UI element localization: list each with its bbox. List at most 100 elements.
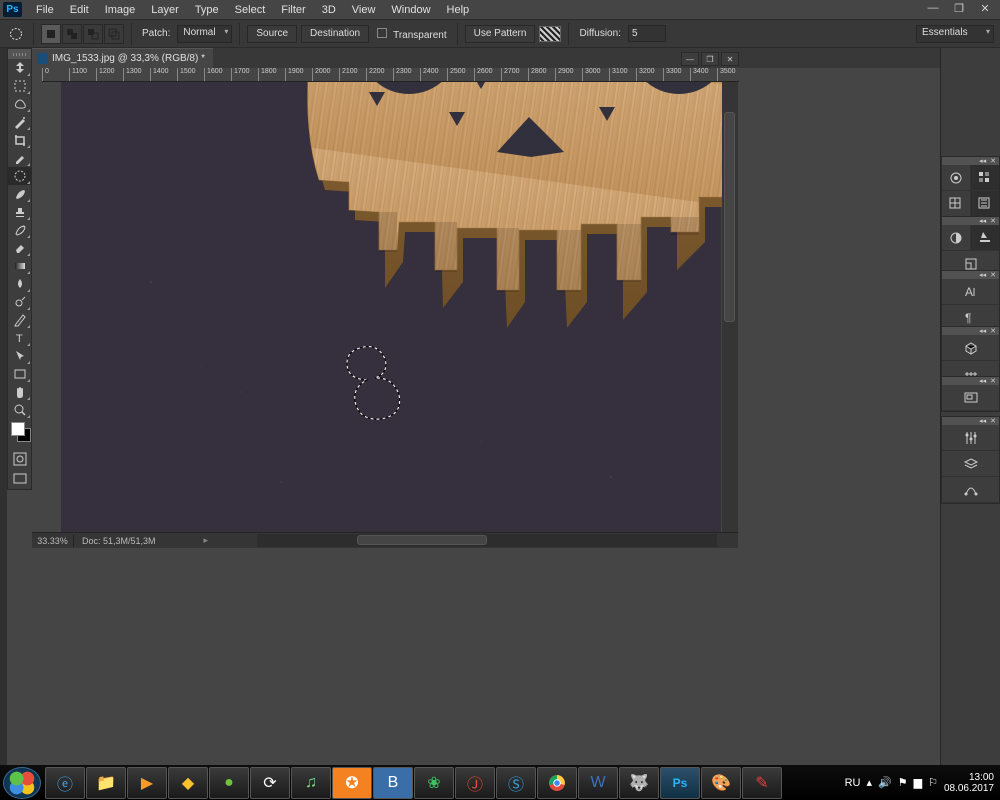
taskbar-ok[interactable]: ✪ xyxy=(332,767,372,799)
menu-help[interactable]: Help xyxy=(439,2,478,18)
3d-icon[interactable] xyxy=(942,335,999,361)
taskbar-ie[interactable]: ⓔ xyxy=(45,767,85,799)
foreground-color[interactable] xyxy=(11,422,25,436)
tray-language[interactable]: RU xyxy=(845,777,861,789)
vertical-scrollbar-thumb[interactable] xyxy=(724,112,735,322)
canvas[interactable] xyxy=(61,82,721,532)
panel-header[interactable]: ◂◂ ✕ xyxy=(942,417,999,425)
type-tool[interactable]: T xyxy=(8,329,31,347)
taskbar-refresh[interactable]: ⟳ xyxy=(250,767,290,799)
taskbar-icq[interactable]: ❀ xyxy=(414,767,454,799)
close-icon[interactable]: ✕ xyxy=(990,157,996,165)
hand-tool[interactable] xyxy=(8,383,31,401)
character-icon[interactable]: A xyxy=(942,279,999,305)
eyedropper-tool[interactable] xyxy=(8,149,31,167)
close-icon[interactable]: ✕ xyxy=(990,377,996,385)
panel-collapse-icon[interactable]: ◂◂ xyxy=(979,217,986,225)
workspace-switcher[interactable]: Essentials xyxy=(916,25,994,43)
blur-tool[interactable] xyxy=(8,275,31,293)
paths-icon[interactable] xyxy=(942,477,999,503)
doc-restore-button[interactable]: ❐ xyxy=(701,52,719,66)
tray-volume-icon[interactable]: 🔊 xyxy=(878,776,892,789)
start-button[interactable] xyxy=(3,767,41,799)
menu-window[interactable]: Window xyxy=(383,2,438,18)
menu-layer[interactable]: Layer xyxy=(143,2,187,18)
taskbar-photoshop[interactable]: Ps xyxy=(660,767,700,799)
panel-header[interactable]: ◂◂ ✕ xyxy=(942,377,999,385)
document-info[interactable]: Doc: 51,3M/51,3M xyxy=(74,535,164,547)
horizontal-scrollbar-thumb[interactable] xyxy=(357,535,487,545)
patch-tool[interactable] xyxy=(8,167,31,185)
doc-close-button[interactable]: ✕ xyxy=(721,52,739,66)
screen-mode-button[interactable] xyxy=(8,469,31,489)
menu-file[interactable]: File xyxy=(28,2,62,18)
app-minimize-button[interactable]: — xyxy=(924,2,942,15)
layers-icon[interactable] xyxy=(942,451,999,477)
history-icon[interactable] xyxy=(970,191,999,217)
panel-collapse-icon[interactable]: ◂◂ xyxy=(979,377,986,385)
dodge-tool[interactable] xyxy=(8,293,31,311)
close-icon[interactable]: ✕ xyxy=(990,217,996,225)
taskbar-aimp[interactable]: ◆ xyxy=(168,767,208,799)
vertical-scrollbar[interactable] xyxy=(722,82,738,546)
taskbar-explorer[interactable]: 📁 xyxy=(86,767,126,799)
source-button[interactable]: Source xyxy=(247,25,297,43)
path-selection-tool[interactable] xyxy=(8,347,31,365)
panel-header[interactable]: ◂◂✕ xyxy=(942,271,999,279)
panel-header[interactable]: ◂◂ ✕ xyxy=(942,217,999,225)
panel-header[interactable]: ◂◂✕ xyxy=(942,157,999,165)
horizontal-scrollbar[interactable] xyxy=(257,534,717,547)
adjustments-icon[interactable] xyxy=(942,225,970,251)
gradient-tool[interactable] xyxy=(8,257,31,275)
transparent-checkbox[interactable] xyxy=(377,28,387,38)
document-tab[interactable]: IMG_1533.jpg @ 33,3% (RGB/8) * xyxy=(32,48,213,68)
lasso-tool[interactable] xyxy=(8,95,31,113)
tray-network-icon[interactable]: ▆ xyxy=(914,776,922,789)
marquee-tool[interactable] xyxy=(8,77,31,95)
crop-tool[interactable] xyxy=(8,131,31,149)
app-close-button[interactable]: ✕ xyxy=(976,2,994,15)
tray-clock[interactable]: 13:00 08.06.2017 xyxy=(944,772,994,794)
move-tool[interactable] xyxy=(8,59,31,77)
clone-stamp-tool[interactable] xyxy=(8,203,31,221)
zoom-level[interactable]: 33.33% xyxy=(32,535,74,547)
toolbox-grip[interactable] xyxy=(8,49,31,59)
menu-edit[interactable]: Edit xyxy=(62,2,97,18)
diffusion-input[interactable] xyxy=(628,25,666,42)
menu-filter[interactable]: Filter xyxy=(273,2,313,18)
pen-tool[interactable] xyxy=(8,311,31,329)
panel-collapse-icon[interactable]: ◂◂ xyxy=(979,327,986,335)
panel-header[interactable]: ◂◂✕ xyxy=(942,327,999,335)
menu-view[interactable]: View xyxy=(344,2,384,18)
eraser-tool[interactable] xyxy=(8,239,31,257)
destination-button[interactable]: Destination xyxy=(301,25,369,43)
panel-collapse-icon[interactable]: ◂◂ xyxy=(979,417,986,425)
use-pattern-button[interactable]: Use Pattern xyxy=(465,25,536,43)
swatches-icon[interactable] xyxy=(970,165,999,191)
taskbar-paint[interactable]: 🎨 xyxy=(701,767,741,799)
app-restore-button[interactable]: ❐ xyxy=(950,2,968,15)
rectangle-tool[interactable] xyxy=(8,365,31,383)
selmode-add[interactable] xyxy=(62,24,82,44)
color-icon[interactable] xyxy=(942,165,970,191)
close-icon[interactable]: ✕ xyxy=(990,417,996,425)
zoom-tool[interactable] xyxy=(8,401,31,419)
quick-mask-button[interactable] xyxy=(8,449,31,469)
taskbar-j[interactable]: Ⓙ xyxy=(455,767,495,799)
taskbar-amigo[interactable]: ● xyxy=(209,767,249,799)
taskbar-skype[interactable]: Ⓢ xyxy=(496,767,536,799)
pattern-swatch[interactable] xyxy=(539,26,561,42)
taskbar-word[interactable]: W xyxy=(578,767,618,799)
taskbar-vk[interactable]: B xyxy=(373,767,413,799)
brush-tool[interactable] xyxy=(8,185,31,203)
menu-type[interactable]: Type xyxy=(187,2,227,18)
taskbar-editor[interactable]: ✎ xyxy=(742,767,782,799)
tray-expand-icon[interactable]: ▴ xyxy=(866,776,872,789)
taskbar-chrome[interactable] xyxy=(537,767,577,799)
tray-action-icon[interactable]: ⚐ xyxy=(928,776,938,789)
styles-grid-icon[interactable] xyxy=(942,191,970,217)
channels-icon[interactable] xyxy=(942,425,999,451)
close-icon[interactable]: ✕ xyxy=(990,271,996,279)
doc-minimize-button[interactable]: — xyxy=(681,52,699,66)
history-brush-tool[interactable] xyxy=(8,221,31,239)
